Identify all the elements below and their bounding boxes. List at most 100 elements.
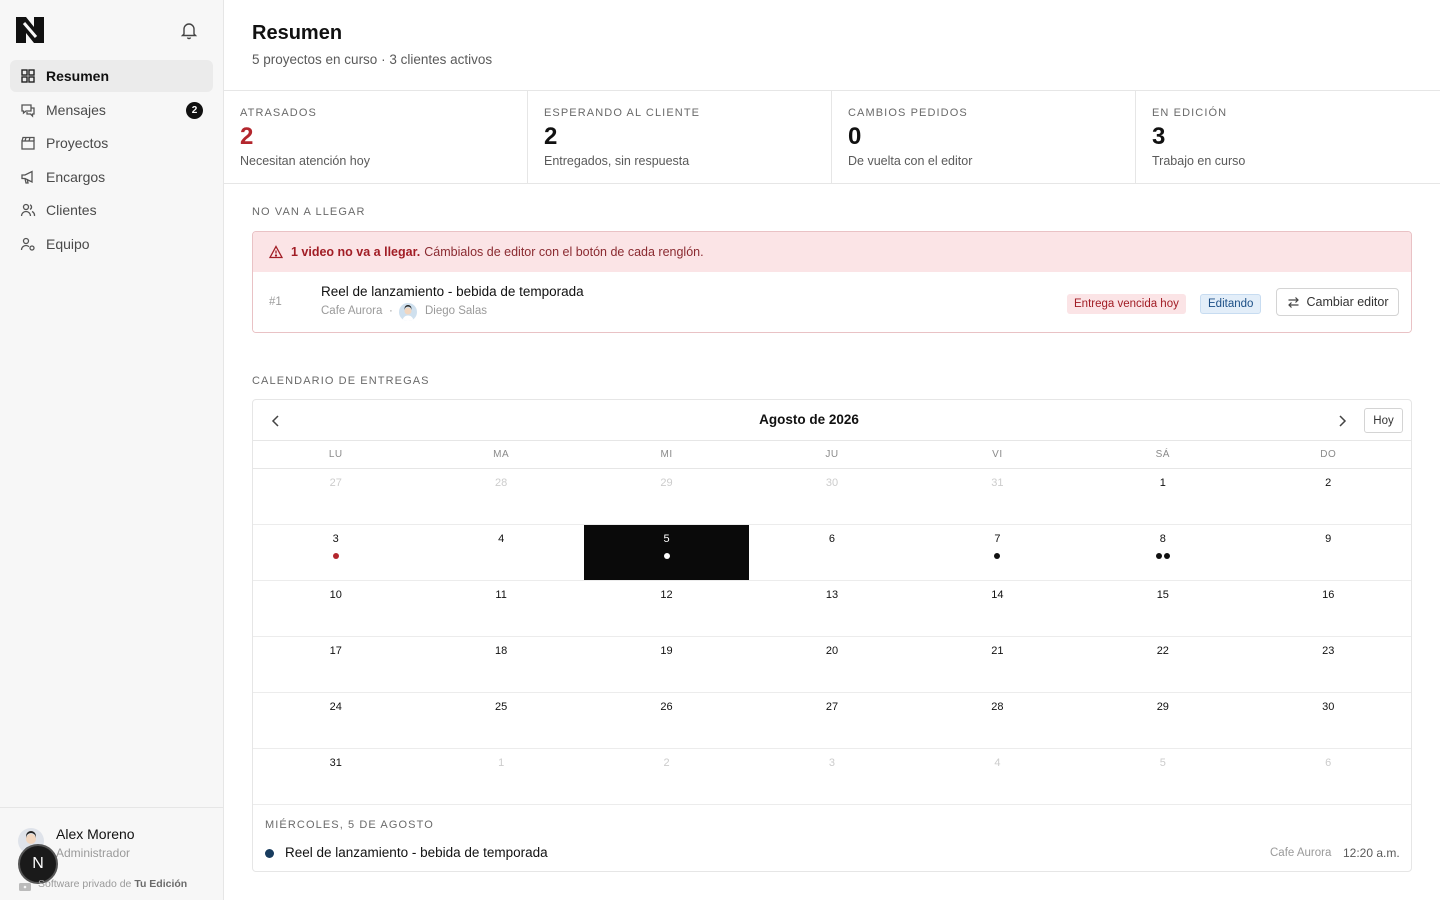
sidebar-item-clientes[interactable]: Clientes xyxy=(10,194,213,226)
calendar-day[interactable]: 30 xyxy=(749,469,914,524)
calendar-day[interactable]: 11 xyxy=(418,581,583,636)
stat-card-en-edicion[interactable]: EN EDICIÓN 3 Trabajo en curso xyxy=(1136,91,1440,183)
calendar-day[interactable]: 5 xyxy=(1080,749,1245,804)
calendar-day[interactable]: 16 xyxy=(1246,581,1411,636)
calendar-day[interactable]: 28 xyxy=(915,693,1080,748)
calendar-week-row: 17 18 19 20 21 22 23 xyxy=(253,637,1411,693)
footer-note-brand: Tu Edición xyxy=(134,878,188,890)
sidebar-item-encargos[interactable]: Encargos xyxy=(10,161,213,193)
calendar-day[interactable]: 22 xyxy=(1080,637,1245,692)
grid-icon xyxy=(21,69,35,83)
calendar-day[interactable]: 4 xyxy=(915,749,1080,804)
calendar-day-selected[interactable]: 5 xyxy=(583,525,750,580)
day-number: 14 xyxy=(991,589,1004,601)
calendar-grid: 27 28 29 30 31 1 2 3 4 5 6 7 8 9 10 11 12 13 14 15 16 17 18 19 2… xyxy=(253,469,1411,805)
calendar-day[interactable]: 4 xyxy=(418,525,583,580)
day-number: 6 xyxy=(828,533,836,545)
calendar-day[interactable]: 12 xyxy=(584,581,749,636)
day-number: 11 xyxy=(495,589,507,601)
notification-bell-icon[interactable] xyxy=(179,20,199,40)
stat-value: 3 xyxy=(1152,123,1166,150)
day-number: 16 xyxy=(1322,589,1335,601)
day-number: 28 xyxy=(495,477,508,489)
sidebar-nav: Resumen Mensajes 2 Proyectos Encargos Cl… xyxy=(10,60,213,261)
calendar-day[interactable]: 2 xyxy=(1246,469,1411,524)
footer-note-prefix: Software privado de xyxy=(38,878,132,890)
calendar-day[interactable]: 14 xyxy=(915,581,1080,636)
calendar-day[interactable]: 19 xyxy=(584,637,749,692)
calendar-week-row: 3 4 5 6 7 8 9 xyxy=(253,525,1411,581)
stat-label: EN EDICIÓN xyxy=(1152,107,1228,119)
calendar-day[interactable]: 26 xyxy=(584,693,749,748)
today-button[interactable]: Hoy xyxy=(1364,408,1403,433)
day-number: 29 xyxy=(660,477,673,489)
calendar-day[interactable]: 3 xyxy=(749,749,914,804)
day-number: 20 xyxy=(825,645,839,657)
sidebar-item-label: Encargos xyxy=(46,168,106,185)
sidebar-item-label: Resumen xyxy=(46,68,110,84)
selected-day-label: MIÉRCOLES, 5 DE AGOSTO xyxy=(265,819,434,831)
calendar-day[interactable]: 10 xyxy=(253,581,418,636)
day-number: 26 xyxy=(660,701,673,713)
day-number: 9 xyxy=(1325,533,1332,545)
calendar-day[interactable]: 17 xyxy=(253,637,418,692)
change-editor-button[interactable]: Cambiar editor xyxy=(1276,288,1399,316)
calendar-day[interactable]: 6 xyxy=(1246,749,1411,804)
calendar-day[interactable]: 31 xyxy=(915,469,1080,524)
calendar-day[interactable]: 23 xyxy=(1246,637,1411,692)
day-number: 13 xyxy=(825,589,839,601)
event-title[interactable]: Reel de lanzamiento - bebida de temporad… xyxy=(285,845,548,860)
stat-card-cambios-pedidos[interactable]: CAMBIOS PEDIDOS 0 De vuelta con el edito… xyxy=(832,91,1136,183)
day-number: 6 xyxy=(1325,757,1332,769)
day-number: 3 xyxy=(828,757,836,769)
calendar-day[interactable]: 29 xyxy=(1080,693,1245,748)
calendar-day[interactable]: 27 xyxy=(253,469,418,524)
calendar-day[interactable]: 13 xyxy=(749,581,914,636)
late-video-row[interactable]: #1 Reel de lanzamiento - bebida de tempo… xyxy=(253,272,1411,332)
day-number: 10 xyxy=(329,589,342,601)
status-tag: Editando xyxy=(1200,294,1262,314)
sidebar-item-equipo[interactable]: Equipo xyxy=(10,228,213,260)
calendar-day[interactable]: 21 xyxy=(915,637,1080,692)
calendar-day[interactable]: 7 xyxy=(915,525,1080,580)
stat-card-esperando-cliente[interactable]: ESPERANDO AL CLIENTE 2 Entregados, sin r… xyxy=(528,91,832,183)
delivery-dot xyxy=(994,553,1001,559)
calendar-day[interactable]: 9 xyxy=(1246,525,1411,580)
calendar-day[interactable]: 1 xyxy=(418,749,583,804)
user-role: Administrador xyxy=(56,846,131,860)
late-videos-panel: 1 video no va a llegar. Cámbialos de edi… xyxy=(252,231,1412,333)
calendar-day[interactable]: 6 xyxy=(749,525,914,580)
stat-description: De vuelta con el editor xyxy=(848,154,973,168)
calendar-day[interactable]: 30 xyxy=(1246,693,1411,748)
stat-card-atrasados[interactable]: ATRASADOS 2 Necesitan atención hoy xyxy=(224,91,528,183)
sidebar-item-mensajes[interactable]: Mensajes 2 xyxy=(10,94,213,126)
calendar-day[interactable]: 24 xyxy=(253,693,418,748)
calendar-day[interactable]: 28 xyxy=(418,469,583,524)
warning-triangle-icon xyxy=(269,245,283,259)
day-number: 19 xyxy=(660,645,673,657)
day-number: 17 xyxy=(329,645,342,657)
calendar-day[interactable]: 18 xyxy=(418,637,583,692)
calendar-day[interactable]: 1 xyxy=(1080,469,1245,524)
weekday-header-row: LU MA MI JU VI SÁ DO xyxy=(253,441,1411,469)
alert-bold-text: 1 video no va a llegar. xyxy=(291,245,421,259)
stat-value: 2 xyxy=(240,123,254,150)
calendar-day[interactable]: 15 xyxy=(1080,581,1245,636)
brand-logo-icon[interactable] xyxy=(16,17,44,43)
day-number: 31 xyxy=(329,757,342,769)
weekday-label: LU xyxy=(328,449,343,460)
calendar-day[interactable]: 3 xyxy=(253,525,418,580)
calendar-day[interactable]: 31 xyxy=(253,749,418,804)
calendar-day[interactable]: 25 xyxy=(418,693,583,748)
delivery-dot xyxy=(663,553,670,559)
calendar-day[interactable]: 8 xyxy=(1080,525,1245,580)
sidebar-item-proyectos[interactable]: Proyectos xyxy=(10,127,213,159)
sidebar-item-resumen[interactable]: Resumen xyxy=(10,60,213,92)
calendar-day[interactable]: 20 xyxy=(749,637,914,692)
calendar-day[interactable]: 2 xyxy=(584,749,749,804)
calendar-day[interactable]: 27 xyxy=(749,693,914,748)
row-separator: · xyxy=(389,305,393,317)
day-number: 29 xyxy=(1156,701,1169,713)
calendar-day[interactable]: 29 xyxy=(584,469,749,524)
chevron-right-icon[interactable] xyxy=(1333,412,1351,430)
